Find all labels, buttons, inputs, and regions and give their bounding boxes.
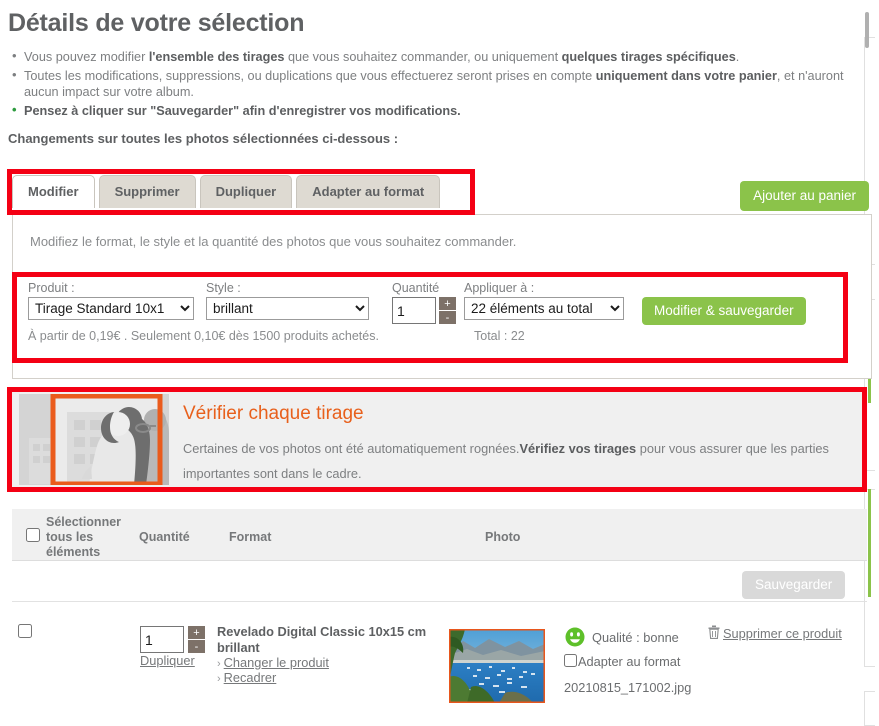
divider <box>12 601 867 602</box>
price-note: À partir de 0,19€ . Seulement 0,10€ dès … <box>28 329 379 343</box>
quantity-decrement-button[interactable]: - <box>439 311 456 324</box>
style-select[interactable]: brillant <box>206 297 369 320</box>
intro-bullet-list: Vous pouvez modifier l'ensemble des tira… <box>0 48 879 120</box>
tab-label: Modifier <box>28 184 79 199</box>
emphasis-text: quelques tirages spécifiques <box>561 50 736 64</box>
plain-text: Vous pouvez modifier <box>24 50 149 64</box>
save-button[interactable]: Sauvegarder <box>742 571 846 599</box>
changes-section-label: Changements sur toutes les photos sélect… <box>8 131 399 146</box>
tab-dupliquer[interactable]: Dupliquer <box>199 175 293 208</box>
add-to-cart-button[interactable]: Ajouter au panier <box>740 181 869 211</box>
edge-accent-bar <box>868 489 871 597</box>
quantity-input[interactable] <box>392 297 436 324</box>
intro-bullet-1: Toutes les modifications, suppressions, … <box>12 67 879 101</box>
delete-product-link[interactable]: Supprimer ce produit <box>723 626 842 641</box>
column-header-format: Format <box>229 530 272 544</box>
table-header-row: Sélectionner tous les éléments Quantité … <box>12 509 867 561</box>
panel-description: Modifiez le format, le style et la quant… <box>30 234 517 249</box>
tab-label: Supprimer <box>114 184 180 199</box>
recrop-link[interactable]: › Recadrer <box>217 670 276 685</box>
row-select-checkbox[interactable] <box>18 624 32 638</box>
apply-to-select[interactable]: 22 éléments au total <box>464 297 624 320</box>
modify-and-save-button[interactable]: Modifier & sauvegarder <box>642 297 806 325</box>
tab-label: Dupliquer <box>215 184 277 199</box>
page-title: Détails de votre sélection <box>8 9 305 37</box>
change-product-link-label: Changer le produit <box>223 655 329 670</box>
plain-text: Toutes les modifications, suppressions, … <box>24 68 596 83</box>
plain-text: . <box>735 50 740 64</box>
column-header-select-all: Sélectionner tous les éléments <box>46 515 122 559</box>
verify-banner-title: Vérifier chaque tirage <box>183 403 364 424</box>
modify-form: Produit : Tirage Standard 10x1 Style : b… <box>28 281 848 343</box>
product-label: Produit : <box>28 281 75 295</box>
row-quantity-increment-button[interactable]: + <box>188 626 205 639</box>
row-quantity-input[interactable] <box>140 626 184 653</box>
emphasis-text: l'ensemble des tirages <box>148 50 285 64</box>
quantity-label: Quantité <box>392 281 440 295</box>
file-name: 20210815_171002.jpg <box>564 680 692 695</box>
row-product-title: Revelado Digital Classic 10x15 cm brilla… <box>217 624 427 655</box>
trash-icon[interactable] <box>708 625 720 639</box>
plain-text: Certaines de vos photos ont été automati… <box>183 441 520 456</box>
quantity-increment-button[interactable]: + <box>439 297 456 310</box>
tab-modifier[interactable]: Modifier <box>12 175 95 208</box>
fit-to-format-label[interactable]: Adapter au format <box>578 654 680 669</box>
harbor-photo-thumbnail-icon[interactable] <box>449 629 545 703</box>
column-header-photo: Photo <box>485 530 521 544</box>
apply-to-label: Appliquer à : <box>464 281 535 295</box>
intro-bullet-2: Pensez à cliquer sur "Sauvegarder" afin … <box>12 102 879 120</box>
total-note: Total : 22 <box>474 329 525 343</box>
tab-supprimer[interactable]: Supprimer <box>98 175 196 208</box>
tab-label: Adapter au format <box>312 184 425 199</box>
row-quantity-decrement-button[interactable]: - <box>188 640 205 653</box>
smiley-green-icon <box>565 627 585 647</box>
change-product-link[interactable]: › Changer le produit <box>217 655 329 670</box>
tab-adapter-au-format[interactable]: Adapter au format <box>296 175 441 208</box>
tab-strip: Modifier Supprimer Dupliquer Adapter au for… <box>12 175 441 208</box>
verify-banner-text: Certaines de vos photos ont été automati… <box>183 436 843 486</box>
chevron-right-icon: › <box>217 673 221 685</box>
emphasis-text: Pensez à cliquer sur "Sauvegarder" afin … <box>24 103 461 118</box>
select-all-checkbox[interactable] <box>26 528 40 542</box>
emphasis-text: uniquement dans votre panier <box>595 68 777 83</box>
edge-widget-frame <box>864 691 875 726</box>
recrop-link-label: Recadrer <box>223 670 277 685</box>
product-select[interactable]: Tirage Standard 10x1 <box>28 297 194 320</box>
chevron-right-icon: › <box>217 658 221 670</box>
crop-preview-illustration-icon[interactable] <box>19 394 169 485</box>
row-duplicate-link[interactable]: Dupliquer <box>140 653 195 668</box>
row-quantity-stepper: + - <box>188 626 205 653</box>
intro-bullet-0: Vous pouvez modifier l'ensemble des tira… <box>12 48 879 66</box>
scrollbar-thumb[interactable] <box>865 12 869 48</box>
quality-text: Qualité : bonne <box>592 630 679 645</box>
style-label: Style : <box>206 281 241 295</box>
column-header-quantity: Quantité <box>139 530 190 544</box>
fit-to-format-checkbox[interactable] <box>564 654 577 667</box>
emphasis-text: Vérifiez vos tirages <box>519 441 637 456</box>
verify-prints-banner: Vérifier chaque tirage Certaines de vos … <box>12 392 862 487</box>
plain-text: que vous souhaitez commander, ou uniquem… <box>284 50 562 64</box>
